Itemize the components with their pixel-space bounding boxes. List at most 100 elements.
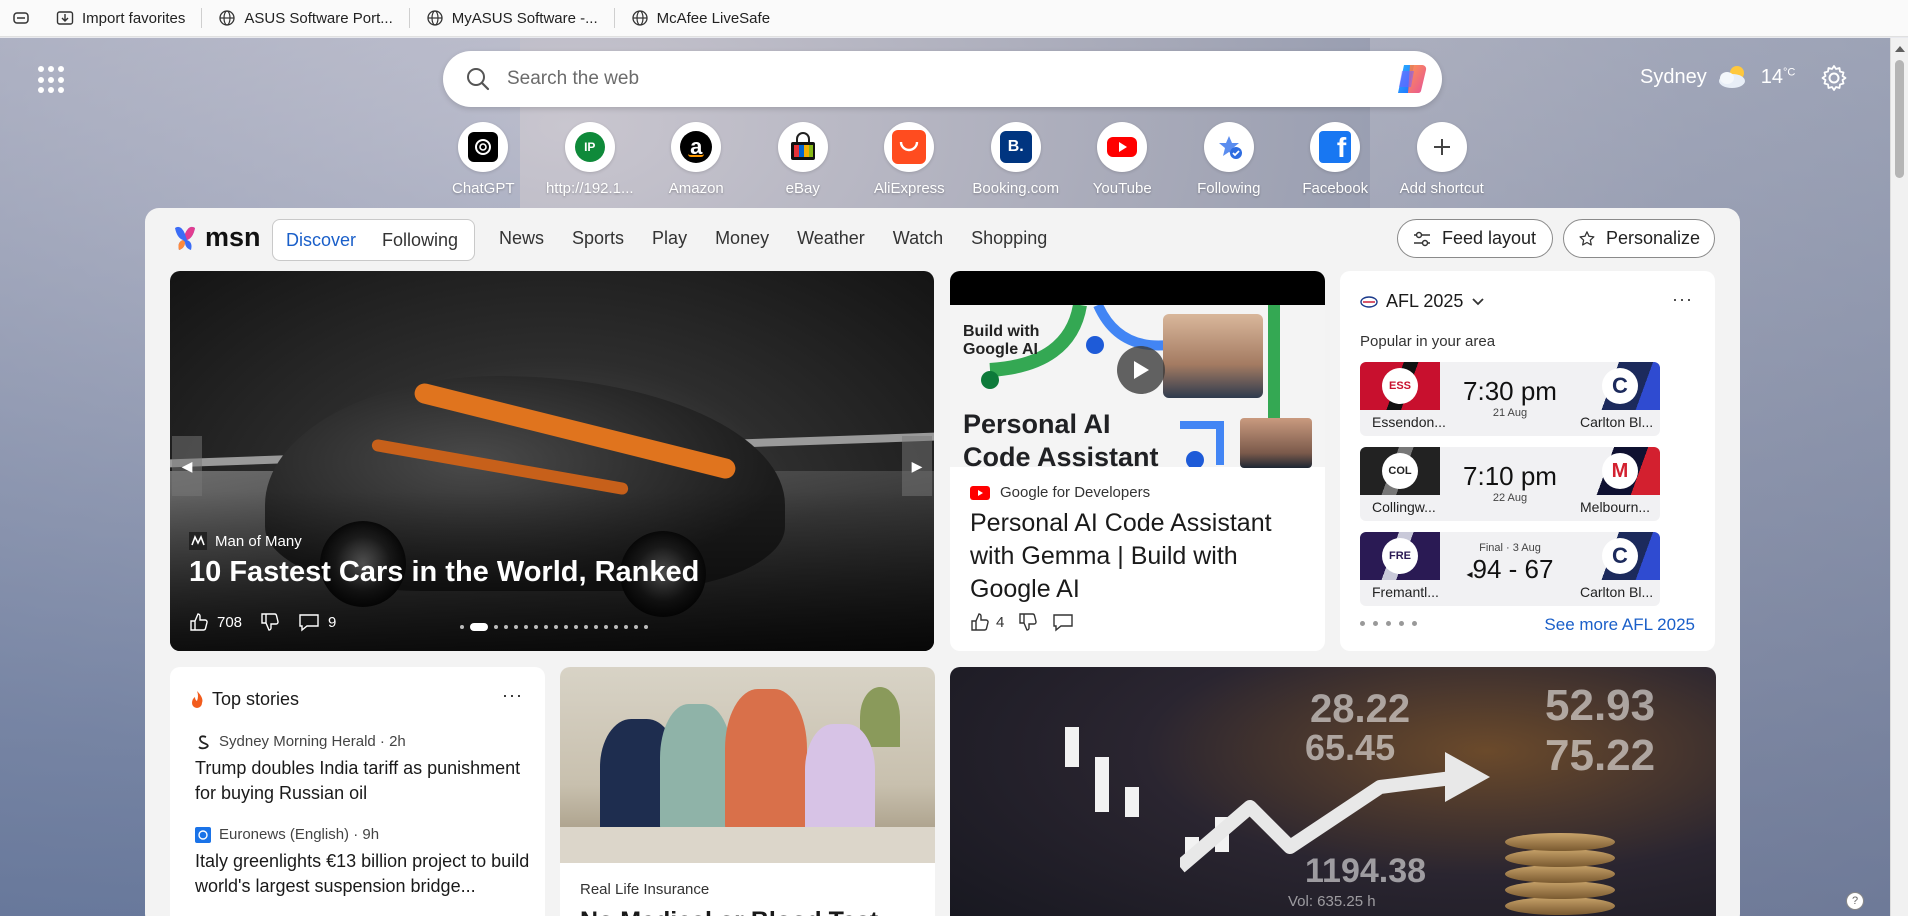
apps-launcher-button[interactable] bbox=[38, 66, 66, 94]
favorite-label: MyASUS Software -... bbox=[451, 9, 598, 27]
search-box[interactable] bbox=[443, 51, 1442, 107]
thumbs-down-icon[interactable] bbox=[260, 612, 280, 632]
hero-card[interactable]: ◀ ▶ Man of Many 10 Fastest Cars in the W… bbox=[170, 271, 934, 651]
favorite-myasus[interactable]: MyASUS Software -... bbox=[414, 0, 610, 37]
thumbs-up-icon bbox=[190, 613, 208, 631]
afl-pager-dots[interactable] bbox=[1360, 621, 1417, 626]
shortcut-youtube[interactable]: YouTube bbox=[1069, 122, 1176, 197]
more-options-icon[interactable]: ··· bbox=[502, 685, 523, 706]
story-item[interactable]: Euronews (English) · 9h Italy greenlight… bbox=[195, 826, 535, 899]
sponsored-card[interactable]: Real Life Insurance No Medical or Blood … bbox=[560, 667, 935, 916]
shortcut-aliexpress[interactable]: AliExpress bbox=[856, 122, 963, 197]
comments-button[interactable]: 9 bbox=[298, 612, 336, 632]
match-main: 7:30 pm bbox=[1463, 376, 1557, 406]
like-button[interactable]: 4 bbox=[970, 612, 1004, 632]
video-source[interactable]: Google for Developers bbox=[970, 484, 1150, 501]
comment-count: 9 bbox=[328, 613, 337, 631]
nav-sports[interactable]: Sports bbox=[572, 228, 624, 249]
shortcut-label: YouTube bbox=[1092, 180, 1152, 197]
nav-weather[interactable]: Weather bbox=[797, 228, 865, 249]
personalize-button[interactable]: Personalize bbox=[1563, 219, 1715, 258]
globe-icon bbox=[427, 10, 443, 26]
shortcut-facebook[interactable]: f Facebook bbox=[1282, 122, 1389, 197]
favorite-asus-portal[interactable]: ASUS Software Port... bbox=[206, 0, 404, 37]
hero-prev-button[interactable]: ◀ bbox=[172, 436, 202, 496]
nav-shopping[interactable]: Shopping bbox=[971, 228, 1047, 249]
match-row[interactable]: COL Collingw... 7:10 pm 22 Aug M Melbour… bbox=[1360, 447, 1660, 521]
video-title[interactable]: Personal AI Code Assistant with Gemma | … bbox=[970, 507, 1310, 606]
favorite-label: ASUS Software Port... bbox=[244, 9, 393, 27]
msn-logo[interactable]: msn bbox=[171, 222, 261, 253]
team-name: Collingw... bbox=[1372, 499, 1436, 515]
scroll-up-arrow-icon[interactable] bbox=[1895, 46, 1905, 52]
like-count: 708 bbox=[217, 613, 243, 631]
vertical-scrollbar[interactable] bbox=[1890, 38, 1908, 916]
team-name: Carlton Bl... bbox=[1580, 414, 1654, 430]
tab-actions-icon[interactable] bbox=[12, 9, 30, 27]
comment-icon[interactable] bbox=[1052, 612, 1074, 632]
copilot-icon[interactable] bbox=[1394, 63, 1428, 95]
carousel-dots[interactable] bbox=[460, 623, 648, 631]
settings-gear-icon[interactable] bbox=[1820, 64, 1848, 92]
ticker-number: 52.93 bbox=[1545, 681, 1656, 730]
weather-widget[interactable]: Sydney 14°C bbox=[1640, 64, 1795, 90]
favorite-import[interactable]: Import favorites bbox=[44, 0, 197, 37]
see-more-afl-link[interactable]: See more AFL 2025 bbox=[1544, 615, 1695, 635]
coin-stack bbox=[1505, 865, 1615, 883]
shortcut-label: http://192.1... bbox=[545, 180, 634, 197]
candlestick bbox=[1065, 727, 1079, 767]
hero-source[interactable]: Man of Many bbox=[189, 532, 302, 550]
match-row[interactable]: ESS Essendon... 7:30 pm 21 Aug C Carlton… bbox=[1360, 362, 1660, 436]
favorite-mcafee[interactable]: McAfee LiveSafe bbox=[619, 0, 782, 37]
match-main: 7:10 pm bbox=[1463, 461, 1557, 491]
scroll-thumb[interactable] bbox=[1895, 60, 1904, 178]
thumbs-up-icon bbox=[971, 613, 989, 631]
match-main-wrap: ◂94 - 67 bbox=[1466, 554, 1554, 584]
play-icon[interactable] bbox=[1117, 346, 1165, 394]
hero-title[interactable]: 10 Fastest Cars in the World, Ranked bbox=[189, 556, 889, 589]
search-icon bbox=[467, 68, 490, 91]
story-source: Sydney Morning Herald · 2h bbox=[195, 733, 535, 750]
away-team: C Carlton Bl... bbox=[1580, 362, 1660, 436]
story-item[interactable]: Sydney Morning Herald · 2h Trump doubles… bbox=[195, 733, 535, 806]
nav-play[interactable]: Play bbox=[652, 228, 687, 249]
euronews-logo-icon bbox=[195, 826, 211, 843]
globe-icon bbox=[631, 10, 648, 26]
shortcut-amazon[interactable]: a Amazon bbox=[643, 122, 750, 197]
tab-following[interactable]: Following bbox=[369, 230, 471, 251]
thumb-title2: Code Assistant bbox=[963, 442, 1159, 472]
coin-stack bbox=[1505, 849, 1615, 867]
match-row[interactable]: FRE Fremantl... Final · 3 Aug ◂94 - 67 C… bbox=[1360, 532, 1660, 606]
plus-icon bbox=[1416, 122, 1467, 172]
tab-discover[interactable]: Discover bbox=[273, 230, 369, 251]
search-input[interactable] bbox=[507, 68, 1327, 90]
shortcut-chatgpt[interactable]: ChatGPT bbox=[430, 122, 537, 197]
nav-news[interactable]: News bbox=[499, 228, 544, 249]
feed-layout-button[interactable]: Feed layout bbox=[1397, 219, 1553, 258]
candlestick bbox=[1095, 757, 1109, 812]
shortcut-ip[interactable]: IP http://192.1... bbox=[537, 122, 644, 197]
shortcut-add[interactable]: Add shortcut bbox=[1389, 122, 1496, 197]
team-crest: COL bbox=[1382, 453, 1418, 489]
shortcut-ebay[interactable]: eBay bbox=[750, 122, 857, 197]
finance-image-card[interactable]: 28.22 52.93 65.45 75.22 1194.38 Vol: 635… bbox=[950, 667, 1716, 916]
ip-badge: IP bbox=[574, 132, 605, 162]
video-card[interactable]: Build with Google AI Personal AI Code Assi… bbox=[950, 271, 1325, 651]
afl-title: AFL 2025 bbox=[1386, 291, 1464, 311]
afl-scores-card: AFL 2025 ··· Popular in your area ESS Es… bbox=[1340, 271, 1715, 651]
video-thumbnail[interactable]: Build with Google AI Personal AI Code Assi… bbox=[950, 271, 1325, 472]
like-button[interactable]: 708 bbox=[189, 612, 242, 632]
shortcut-booking[interactable]: B. Booking.com bbox=[963, 122, 1070, 197]
nav-money[interactable]: Money bbox=[715, 228, 769, 249]
top-stories-header[interactable]: Top stories bbox=[190, 689, 299, 710]
personalize-label: Personalize bbox=[1605, 228, 1700, 248]
hero-next-button[interactable]: ▶ bbox=[902, 436, 932, 496]
more-options-icon[interactable]: ··· bbox=[1672, 289, 1693, 310]
thumbs-down-icon[interactable] bbox=[1018, 612, 1038, 632]
nav-watch[interactable]: Watch bbox=[893, 228, 943, 249]
help-icon[interactable]: ? bbox=[1846, 892, 1864, 910]
afl-header[interactable]: AFL 2025 bbox=[1360, 291, 1485, 312]
msn-wordmark: msn bbox=[205, 222, 261, 252]
shortcut-following[interactable]: Following bbox=[1176, 122, 1283, 197]
feed-categories: News Sports Play Money Weather Watch Sho… bbox=[499, 228, 1047, 249]
